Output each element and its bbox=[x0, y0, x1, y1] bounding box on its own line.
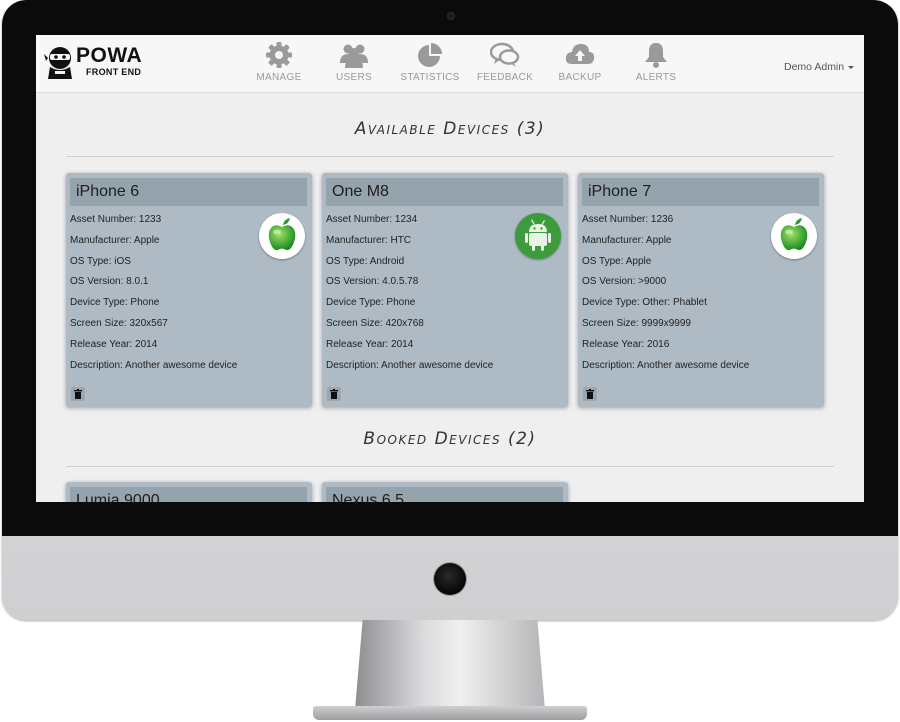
device-card: One M8 Asset Number: 1234 Manufacturer: … bbox=[322, 173, 568, 407]
pie-chart-icon bbox=[418, 43, 442, 67]
device-name: Nexus 6.5 bbox=[326, 487, 563, 502]
trash-icon bbox=[586, 389, 594, 399]
device-name: Lumia 9000 bbox=[70, 487, 307, 502]
users-icon bbox=[340, 44, 368, 68]
screen-size: Screen Size: 9999x9999 bbox=[582, 317, 691, 329]
gear-icon bbox=[266, 42, 292, 68]
os-version: OS Version: 4.0.5.78 bbox=[326, 276, 419, 288]
nav-backup[interactable]: BACKUP bbox=[550, 41, 610, 89]
device-type: Device Type: Other: Phablet bbox=[582, 297, 707, 309]
screen-size: Screen Size: 420x768 bbox=[326, 317, 424, 329]
device-details: Asset Number: 1234 Manufacturer: HTC OS … bbox=[326, 210, 526, 376]
delete-button[interactable] bbox=[327, 387, 341, 401]
screen-size: Screen Size: 320x567 bbox=[70, 317, 168, 329]
os-type: OS Type: Apple bbox=[582, 255, 652, 267]
nav-label: FEEDBACK bbox=[476, 72, 534, 83]
nav-label: ALERTS bbox=[635, 72, 677, 83]
device-details: Asset Number: 1233 Manufacturer: Apple O… bbox=[70, 210, 270, 376]
section-divider bbox=[66, 156, 834, 157]
device-type: Device Type: Phone bbox=[326, 297, 416, 309]
description: Description: Another awesome device bbox=[70, 359, 238, 371]
release-year: Release Year: 2016 bbox=[582, 338, 670, 350]
nav-alerts[interactable]: ALERTS bbox=[626, 41, 686, 89]
brand-subtitle: FRONT END bbox=[86, 67, 142, 77]
booked-devices-title: Booked Devices (2) bbox=[363, 429, 537, 449]
os-badge bbox=[259, 213, 305, 259]
os-badge bbox=[515, 213, 561, 259]
brand-title: POWA bbox=[76, 44, 143, 67]
device-name: iPhone 6 bbox=[70, 178, 307, 206]
section-divider bbox=[66, 466, 834, 467]
manufacturer: Manufacturer: Apple bbox=[70, 234, 160, 246]
trash-icon bbox=[330, 389, 338, 399]
device-name: iPhone 7 bbox=[582, 178, 819, 206]
cloud-upload-icon bbox=[565, 44, 595, 64]
nav-label: BACKUP bbox=[558, 72, 602, 83]
device-details: Asset Number: 1236 Manufacturer: Apple O… bbox=[582, 210, 782, 376]
description: Description: Another awesome device bbox=[582, 359, 750, 371]
app-screen: POWA FRONT END MANAGE USERS STATISTICS F… bbox=[36, 35, 864, 502]
trash-icon bbox=[74, 389, 82, 399]
nav-label: MANAGE bbox=[256, 72, 302, 83]
nav-label: STATISTICS bbox=[400, 72, 460, 83]
manufacturer: Manufacturer: HTC bbox=[326, 234, 412, 246]
device-name: One M8 bbox=[326, 178, 563, 206]
android-icon bbox=[525, 219, 551, 251]
monitor-stand-neck bbox=[355, 620, 545, 710]
nav-manage[interactable]: MANAGE bbox=[249, 41, 309, 89]
monitor-stand-base bbox=[313, 706, 587, 720]
os-type: OS Type: Android bbox=[326, 255, 405, 267]
nav-label: USERS bbox=[336, 72, 372, 83]
apple-icon bbox=[268, 218, 296, 251]
apple-icon bbox=[780, 218, 808, 251]
release-year: Release Year: 2014 bbox=[326, 338, 414, 350]
nav-feedback[interactable]: FEEDBACK bbox=[475, 41, 535, 89]
device-type: Device Type: Phone bbox=[70, 297, 160, 309]
user-menu-dropdown[interactable]: Demo Admin bbox=[784, 61, 855, 73]
bell-icon bbox=[645, 43, 667, 68]
top-navbar: POWA FRONT END MANAGE USERS STATISTICS F… bbox=[36, 35, 864, 93]
monitor-logo-icon bbox=[434, 563, 466, 595]
chat-bubbles-icon bbox=[490, 42, 520, 67]
manufacturer: Manufacturer: Apple bbox=[582, 234, 672, 246]
os-badge bbox=[771, 213, 817, 259]
os-version: OS Version: 8.0.1 bbox=[70, 276, 149, 288]
ninja-logo-icon bbox=[44, 47, 72, 79]
asset-number: Asset Number: 1236 bbox=[582, 214, 674, 225]
asset-number: Asset Number: 1234 bbox=[326, 214, 418, 225]
release-year: Release Year: 2014 bbox=[70, 338, 158, 350]
device-card: Lumia 9000 bbox=[66, 482, 312, 502]
webcam-icon bbox=[447, 12, 455, 20]
os-version: OS Version: >9000 bbox=[582, 276, 667, 288]
description: Description: Another awesome device bbox=[326, 359, 494, 371]
device-card: Nexus 6.5 bbox=[322, 482, 568, 502]
delete-button[interactable] bbox=[583, 387, 597, 401]
chevron-down-icon bbox=[848, 65, 855, 69]
user-menu-label: Demo Admin bbox=[784, 61, 845, 73]
asset-number: Asset Number: 1233 bbox=[70, 214, 162, 225]
available-devices-title: Available Devices (3) bbox=[354, 119, 546, 139]
nav-statistics[interactable]: STATISTICS bbox=[400, 41, 460, 89]
device-card: iPhone 6 Asset Number: 1233 Manufacturer… bbox=[66, 173, 312, 407]
brand-logo[interactable]: POWA FRONT END bbox=[44, 45, 144, 81]
nav-users[interactable]: USERS bbox=[324, 41, 384, 89]
os-type: OS Type: iOS bbox=[70, 255, 131, 267]
delete-button[interactable] bbox=[71, 387, 85, 401]
device-card: iPhone 7 Asset Number: 1236 Manufacturer… bbox=[578, 173, 824, 407]
